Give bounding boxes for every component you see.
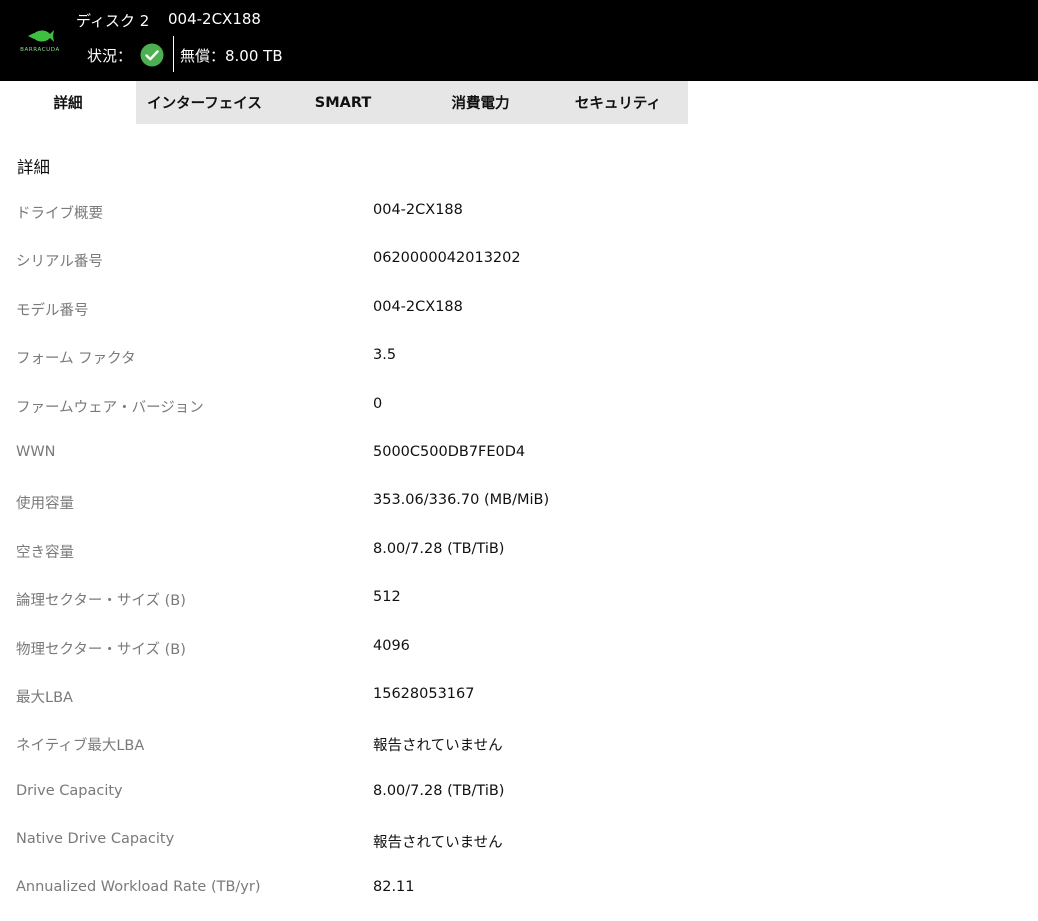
detail-label: モデル番号 [16, 302, 89, 319]
tab-bar: 詳細 インターフェイス SMART 消費電力 セキュリティ [0, 81, 688, 124]
detail-value: 4096 [373, 637, 410, 654]
detail-label: ファームウェア・バージョン [16, 399, 204, 416]
detail-row-annualized-workload-rate: Annualized Workload Rate (TB/yr) 82.11 [0, 865, 1038, 913]
disk-name: ディスク 2 [76, 12, 150, 30]
header-divider [173, 36, 174, 72]
detail-row-model-number: モデル番号 004-2CX188 [0, 285, 1038, 333]
detail-row-free-capacity: 空き容量 8.00/7.28 (TB/TiB) [0, 527, 1038, 575]
section-title: 詳細 [17, 158, 50, 177]
detail-label: ネイティブ最大LBA [16, 738, 145, 755]
detail-value: 0 [373, 395, 383, 412]
detail-label: 空き容量 [16, 544, 74, 561]
status-ok-check-icon [140, 43, 164, 67]
detail-value: 15628053167 [373, 685, 475, 702]
detail-value: 004-2CX188 [373, 298, 463, 315]
tab-smart[interactable]: SMART [273, 81, 413, 124]
detail-label: 使用容量 [16, 496, 74, 513]
detail-row-logical-sector-size: 論理セクター・サイズ (B) 512 [0, 575, 1038, 623]
detail-value: 353.06/336.70 (MB/MiB) [373, 492, 550, 509]
detail-label: シリアル番号 [16, 254, 103, 271]
detail-label: WWN [16, 443, 56, 460]
details-list: ドライブ概要 004-2CX188 シリアル番号 062000004201320… [0, 188, 1038, 914]
detail-value: 8.00/7.28 (TB/TiB) [373, 782, 505, 799]
detail-row-drive-summary: ドライブ概要 004-2CX188 [0, 188, 1038, 236]
barracuda-logo: BARRACUDA [10, 26, 70, 58]
app-header: BARRACUDA ディスク 2 004-2CX188 状況： 無償：8.00 … [0, 0, 1038, 81]
detail-value: 82.11 [373, 879, 415, 896]
detail-value: 512 [373, 589, 401, 606]
detail-value: 8.00/7.28 (TB/TiB) [373, 540, 505, 557]
detail-label: Native Drive Capacity [16, 831, 175, 848]
tab-details[interactable]: 詳細 [0, 81, 136, 124]
detail-value: 004-2CX188 [373, 202, 463, 218]
detail-row-drive-capacity: Drive Capacity 8.00/7.28 (TB/TiB) [0, 769, 1038, 817]
detail-value: 5000C500DB7FE0D4 [373, 443, 526, 460]
detail-row-native-drive-capacity: Native Drive Capacity 報告されていません [0, 817, 1038, 865]
tab-security[interactable]: セキュリティ [548, 81, 688, 124]
detail-label: Annualized Workload Rate (TB/yr) [16, 879, 261, 896]
detail-label: 最大LBA [16, 689, 73, 706]
detail-row-serial-number: シリアル番号 0620000042013202 [0, 236, 1038, 284]
detail-label: 物理セクター・サイズ (B) [16, 641, 186, 658]
detail-row-max-lba: 最大LBA 15628053167 [0, 672, 1038, 720]
free-capacity: 無償：8.00 TB [180, 47, 283, 65]
detail-label: 論理セクター・サイズ (B) [16, 593, 186, 610]
detail-value: 3.5 [373, 347, 397, 364]
detail-row-physical-sector-size: 物理セクター・サイズ (B) 4096 [0, 624, 1038, 672]
detail-row-native-max-lba: ネイティブ最大LBA 報告されていません [0, 720, 1038, 768]
detail-label: フォーム ファクタ [16, 351, 136, 368]
tab-power[interactable]: 消費電力 [413, 81, 548, 124]
disk-model: 004-2CX188 [168, 10, 261, 28]
detail-label: Drive Capacity [16, 782, 123, 799]
detail-row-form-factor: フォーム ファクタ 3.5 [0, 333, 1038, 381]
detail-value: 0620000042013202 [373, 250, 521, 267]
status-label: 状況： [87, 47, 133, 65]
detail-value: 報告されていません [373, 738, 503, 755]
tab-interface[interactable]: インターフェイス [136, 81, 273, 124]
detail-label: ドライブ概要 [16, 206, 103, 222]
logo-text: BARRACUDA [20, 47, 60, 53]
detail-row-used-capacity: 使用容量 353.06/336.70 (MB/MiB) [0, 478, 1038, 526]
detail-row-wwn: WWN 5000C500DB7FE0D4 [0, 430, 1038, 478]
detail-value: 報告されていません [373, 835, 503, 852]
barracuda-fish-icon [28, 30, 54, 42]
detail-row-firmware-version: ファームウェア・バージョン 0 [0, 382, 1038, 430]
